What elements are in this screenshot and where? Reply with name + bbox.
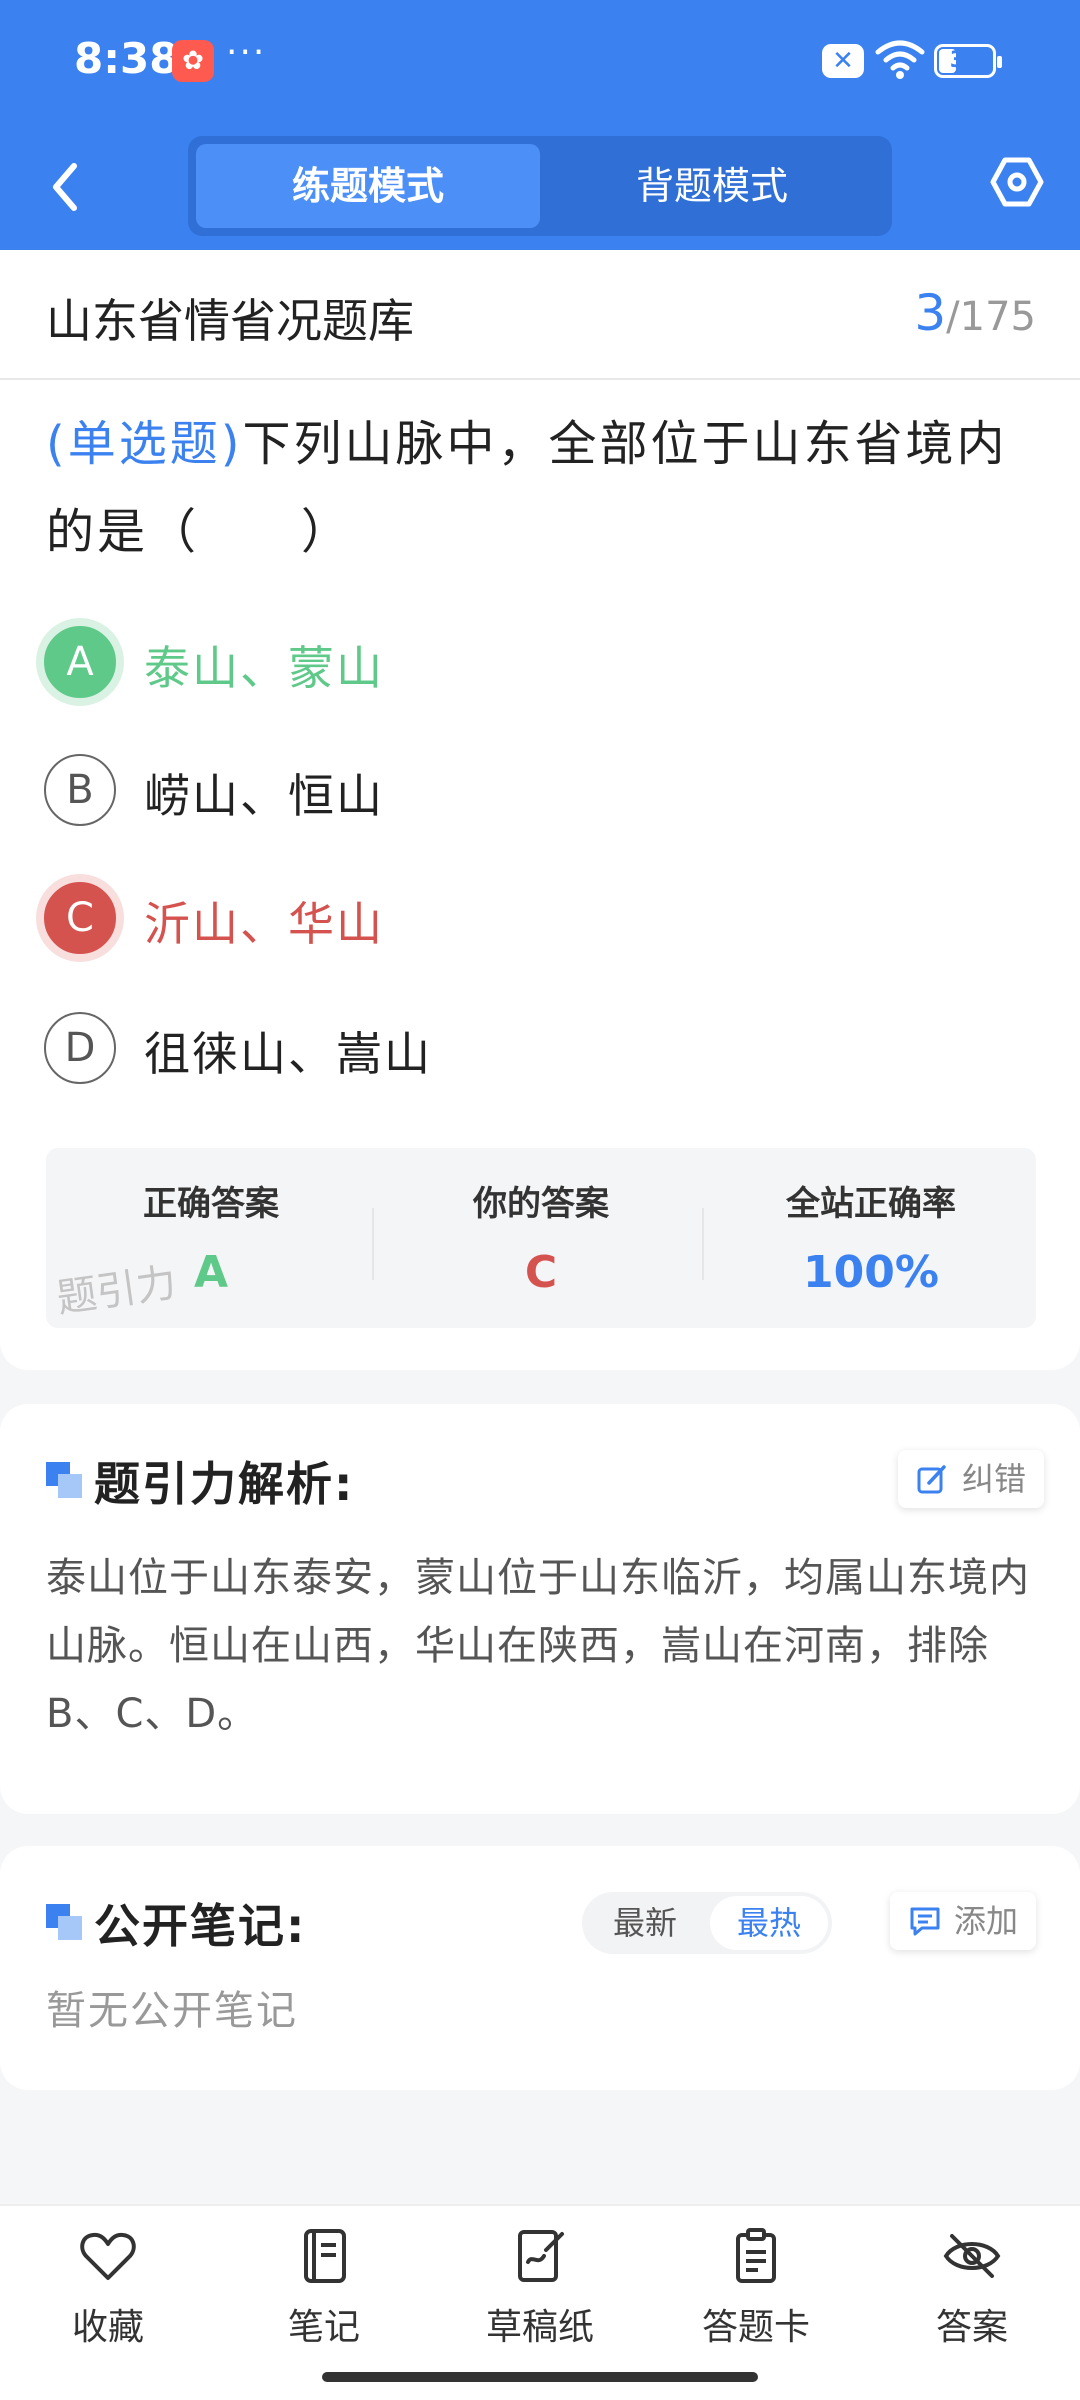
header: 8:38 ✿ ··· ✕ 31 练题模式 背题模式	[0, 0, 1080, 250]
site-accuracy-value: 100%	[803, 1247, 939, 1298]
option-b[interactable]: B 崂山、恒山	[44, 754, 944, 830]
battery-icon: 31	[934, 44, 1002, 78]
answer-result-box: 正确答案 A 你的答案 C 全站正确率 100% 题引力	[46, 1148, 1036, 1328]
home-indicator[interactable]	[322, 2372, 758, 2382]
notification-x-icon: ✕	[822, 44, 864, 78]
empty-notes-text: 暂无公开笔记	[46, 1988, 298, 2034]
option-letter: B	[44, 754, 116, 826]
show-answer-label: 答案	[935, 2307, 1008, 2348]
option-c[interactable]: C 沂山、华山	[44, 882, 944, 958]
draft-paper-button[interactable]: 草稿纸	[432, 2228, 648, 2350]
result-separator	[702, 1208, 704, 1280]
notes-label: 笔记	[287, 2307, 360, 2348]
comment-icon	[910, 1907, 940, 1936]
notes-sort-toggle: 最新 最热	[582, 1892, 832, 1954]
bottom-toolbar: 收藏 笔记 草稿纸 答题卡 答案	[0, 2204, 1080, 2400]
edit-icon	[917, 1465, 946, 1494]
report-error-label: 纠错	[962, 1460, 1027, 1498]
answer-sheet-label: 答题卡	[701, 2307, 810, 2348]
public-notes-title: 公开笔记:	[94, 1899, 307, 1953]
sort-newest-button[interactable]: 最新	[586, 1896, 704, 1950]
sort-hottest-button[interactable]: 最热	[710, 1896, 828, 1950]
option-d[interactable]: D 徂徕山、嵩山	[44, 1012, 944, 1088]
result-separator	[372, 1208, 374, 1280]
notes-card	[0, 1846, 1080, 2090]
section-square-icon	[46, 1462, 82, 1498]
add-note-button[interactable]: 添加	[890, 1892, 1037, 1950]
option-text: 沂山、华山	[144, 897, 384, 951]
question-progress: 3/175	[914, 284, 1036, 342]
site-accuracy-label: 全站正确率	[786, 1184, 956, 1224]
favorite-button[interactable]: 收藏	[0, 2228, 216, 2350]
battery-level: 31	[949, 48, 981, 73]
option-text: 徂徕山、嵩山	[144, 1027, 432, 1081]
clipboard-icon	[736, 2228, 776, 2283]
current-question-number: 3	[914, 284, 947, 342]
option-text: 泰山、蒙山	[144, 641, 384, 695]
show-answer-button[interactable]: 答案	[864, 2228, 1080, 2350]
divider	[0, 378, 1080, 380]
heart-icon	[80, 2232, 136, 2280]
question-bank-title: 山东省情省况题库	[46, 294, 414, 348]
mode-switch: 练题模式 背题模式	[188, 136, 892, 236]
draft-icon	[518, 2230, 564, 2282]
question-total: /175	[946, 294, 1036, 340]
correct-answer-label: 正确答案	[143, 1184, 279, 1224]
question-text: (单选题)下列山脉中，全部位于山东省境内的是（ ）	[46, 400, 1046, 576]
option-letter: C	[44, 882, 116, 954]
option-letter: D	[44, 1012, 116, 1084]
site-accuracy-col: 全站正确率 100%	[706, 1176, 1036, 1298]
option-a[interactable]: A 泰山、蒙山	[44, 626, 944, 702]
option-text: 崂山、恒山	[144, 769, 384, 823]
draft-paper-label: 草稿纸	[485, 2307, 594, 2348]
status-more: ···	[226, 32, 267, 73]
option-letter: A	[44, 626, 116, 698]
notebook-icon	[304, 2229, 346, 2283]
favorite-label: 收藏	[71, 2307, 144, 2348]
wifi-icon	[875, 40, 925, 79]
tab-memorize-mode[interactable]: 背题模式	[540, 144, 884, 228]
report-error-button[interactable]: 纠错	[898, 1450, 1045, 1508]
your-answer-label: 你的答案	[473, 1184, 609, 1224]
tab-practice-mode[interactable]: 练题模式	[196, 144, 540, 228]
your-answer-col: 你的答案 C	[376, 1176, 706, 1298]
your-answer-value: C	[524, 1247, 558, 1298]
add-note-label: 添加	[954, 1902, 1019, 1940]
app-notification-icon: ✿	[172, 40, 214, 82]
analysis-title: 题引力解析:	[94, 1457, 355, 1511]
status-time: 8:38	[74, 34, 179, 83]
section-square-icon	[46, 1904, 82, 1940]
notes-button[interactable]: 笔记	[216, 2228, 432, 2350]
question-type: (单选题)	[46, 416, 243, 472]
back-button[interactable]	[40, 152, 90, 222]
eye-off-icon	[943, 2234, 1001, 2278]
answer-sheet-button[interactable]: 答题卡	[648, 2228, 864, 2350]
analysis-text: 泰山位于山东泰安，蒙山位于山东临沂，均属山东境内山脉。恒山在山西，华山在陕西，嵩…	[46, 1555, 1030, 1737]
settings-hexagon-icon[interactable]	[990, 155, 1044, 209]
